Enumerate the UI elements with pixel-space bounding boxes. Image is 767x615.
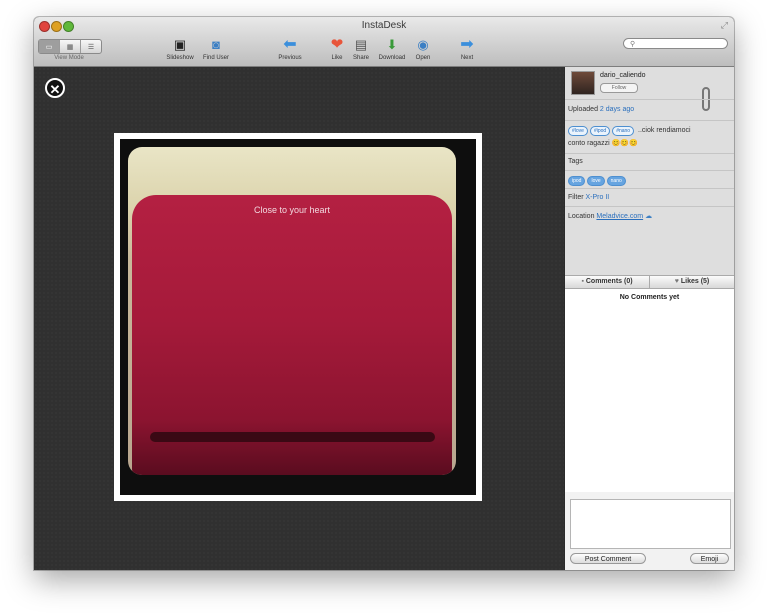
divider: [565, 188, 734, 189]
toolbar: InstaDesk ⤢ ▭ ▦ ☰ View Mode ▣ Slideshow …: [34, 17, 734, 67]
emoji-button[interactable]: Emoji: [690, 553, 729, 564]
comments-list: No Comments yet: [565, 289, 734, 492]
tag-chip[interactable]: love: [587, 176, 605, 186]
divider: [565, 153, 734, 154]
next-label: Next: [460, 55, 474, 61]
divider: [565, 206, 734, 207]
avatar[interactable]: [571, 71, 595, 95]
download-icon: ⬇: [386, 37, 398, 52]
window-title: InstaDesk: [361, 20, 407, 31]
tags-row: ipod love nano: [568, 176, 628, 186]
divider: [565, 120, 734, 121]
next-arrow-icon: ➡: [460, 36, 474, 53]
previous-button[interactable]: ⬅ Previous: [268, 36, 312, 62]
photo-image[interactable]: Close to your heart: [128, 147, 456, 475]
heart-small-icon: ♥: [674, 278, 679, 285]
details-sidebar: dario_caliendo Follow Uploaded 2 days ag…: [565, 67, 734, 570]
slideshow-icon: ▣: [173, 37, 187, 52]
photo-caption-text: Close to your heart: [253, 205, 331, 215]
find-user-button[interactable]: ◙ Find User: [194, 37, 238, 61]
find-user-label: Find User: [202, 55, 229, 61]
uploaded-row: Uploaded 2 days ago: [568, 106, 634, 113]
post-comment-button[interactable]: Post Comment: [570, 553, 646, 564]
filter-value: X-Pro II: [585, 194, 610, 201]
close-icon: ✕: [49, 82, 61, 97]
list-view-icon[interactable]: ☰: [81, 40, 101, 53]
grid-view-icon[interactable]: ▦: [60, 40, 81, 53]
location-link[interactable]: Meladvice.com: [596, 213, 643, 220]
tab-likes[interactable]: ♥ Likes (5): [649, 276, 734, 288]
find-user-icon: ◙: [212, 37, 220, 52]
follow-button[interactable]: Follow: [600, 83, 638, 93]
tag-chip[interactable]: nano: [606, 176, 626, 186]
caption-emoji: 😊😊😊: [611, 140, 638, 147]
previous-arrow-icon: ⬅: [283, 36, 297, 53]
close-photo-button[interactable]: ✕: [45, 78, 65, 98]
comment-input[interactable]: [570, 499, 731, 549]
tab-comments[interactable]: ▪ Comments (0): [565, 276, 649, 288]
no-comments-text: No Comments yet: [619, 294, 680, 301]
caption-hashtag[interactable]: #nano: [612, 126, 635, 136]
share-icon: ▤: [354, 37, 368, 52]
search-icon: ⚲: [630, 41, 636, 48]
photo-viewer: ✕ Close to your heart: [34, 67, 564, 570]
divider: [565, 99, 734, 100]
likes-tab-label: Likes (5): [680, 278, 710, 285]
caption-text: ..ciok rendiamoci: [638, 127, 691, 134]
caption-hashtag[interactable]: #ipod: [589, 126, 611, 136]
caption-row-2: conto ragazzi 😊😊😊: [568, 139, 638, 147]
fullscreen-icon[interactable]: ⤢: [721, 20, 728, 31]
tag-chip[interactable]: ipod: [568, 176, 586, 186]
previous-label: Previous: [278, 55, 302, 61]
tags-label: Tags: [568, 158, 583, 165]
photo-info-panel: dario_caliendo Follow Uploaded 2 days ag…: [565, 67, 734, 275]
view-mode-label: View Mode: [54, 55, 84, 61]
ipod-nano-box: Close to your heart: [132, 195, 452, 475]
open-label: Open: [415, 55, 431, 61]
filter-row: Filter X-Pro II: [568, 194, 609, 201]
uploaded-label: Uploaded: [568, 106, 598, 113]
caption-text-2: conto ragazzi: [568, 140, 610, 147]
caption-row: #love #ipod #nano ..ciok rendiamoci: [568, 126, 691, 136]
location-row: Location Meladvice.com ☁: [568, 212, 652, 220]
open-icon: ◉: [417, 37, 429, 52]
divider: [565, 170, 734, 171]
location-map-icon[interactable]: ☁: [645, 213, 652, 220]
comments-icon: ▪: [581, 278, 584, 285]
search-input[interactable]: ⚲: [623, 38, 728, 49]
instadesk-window: InstaDesk ⤢ ▭ ▦ ☰ View Mode ▣ Slideshow …: [34, 17, 734, 570]
photo-frame: Close to your heart: [114, 133, 482, 501]
location-label: Location: [568, 213, 595, 220]
comments-likes-tabs: ▪ Comments (0) ♥ Likes (5): [565, 275, 734, 289]
comments-tab-label: Comments (0): [585, 278, 633, 285]
filter-label: Filter: [568, 194, 584, 201]
view-mode-segmented-control[interactable]: ▭ ▦ ☰: [38, 39, 102, 54]
ipod-slot: [150, 432, 435, 442]
open-button[interactable]: ◉ Open: [401, 37, 445, 61]
single-view-icon[interactable]: ▭: [39, 40, 60, 53]
username[interactable]: dario_caliendo: [600, 72, 646, 79]
next-button[interactable]: ➡ Next: [445, 36, 489, 62]
caption-hashtag[interactable]: #love: [568, 126, 588, 136]
uploaded-time: 2 days ago: [599, 106, 635, 113]
